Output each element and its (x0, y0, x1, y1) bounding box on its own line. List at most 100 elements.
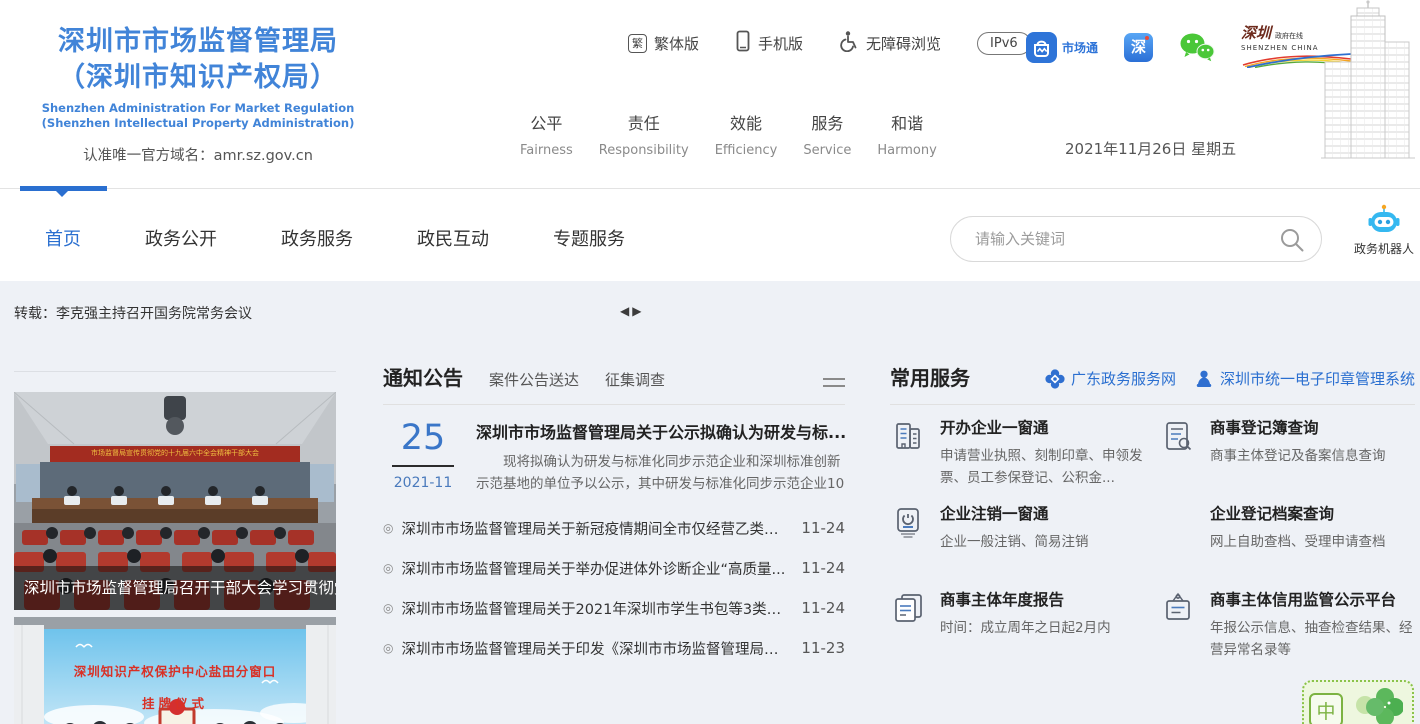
carousel-slide-2[interactable]: 深圳知识产权保护中心盐田分窗口 挂牌仪式 (14, 617, 336, 724)
news-ticker[interactable]: 转载：李克强主持召开国务院常务会议 (14, 303, 252, 323)
notice-row[interactable]: ◎ 深圳市市场监督管理局关于印发《深圳市市场监督管理局商... 11-23 (383, 628, 845, 668)
service-annual-report[interactable]: 商事主体年度报告 时间：成立周年之日起2月内 (890, 588, 1160, 674)
traditional-chinese-icon: 繁 (628, 34, 647, 53)
market-app-label: 市场通 (1062, 39, 1098, 56)
mobile-version-label: 手机版 (758, 33, 803, 54)
service-deregistration[interactable]: 企业注销一窗通 企业一般注销、简易注销 (890, 502, 1160, 588)
site-title-line1: 深圳市市场监督管理局 (28, 24, 368, 60)
nav-item-special-services[interactable]: 专题服务 (553, 225, 625, 251)
notice-row[interactable]: ◎ 深圳市市场监督管理局关于举办促进体外诊断企业“高质量... 11-24 (383, 548, 845, 588)
site-header: 深圳市市场监督管理局 （深圳市知识产权局） Shenzhen Administr… (0, 0, 1420, 188)
site-logo[interactable]: 深圳市市场监督管理局 （深圳市知识产权局） Shenzhen Administr… (28, 24, 368, 165)
value-responsibility: 责任 Responsibility (599, 110, 689, 158)
notice-row[interactable]: ◎ 深圳市市场监督管理局关于2021年深圳市学生书包等3类产... 11-24 (383, 588, 845, 628)
search-input[interactable] (975, 217, 1275, 261)
i-shenzhen-dot (1145, 36, 1149, 40)
services-grid: 开办企业一窗通 申请营业执照、刻制印章、申领发票、员工参保登记、公积金... 商… (890, 416, 1415, 674)
service-open-business[interactable]: 开办企业一窗通 申请营业执照、刻制印章、申领发票、员工参保登记、公积金... (890, 416, 1160, 502)
site-subtitle-line2: (Shenzhen Intellectual Property Administ… (28, 116, 368, 131)
clover-leaves-icon (1351, 687, 1403, 724)
plaque-banner-line2: 挂牌仪式 (44, 693, 306, 712)
main-navbar: 首页 政务公开 政务服务 政民互动 专题服务 政务机器人 (0, 188, 1420, 281)
seal-icon (1194, 369, 1214, 389)
featured-summary: 现将拟确认为研发与标准化同步示范企业和深圳标准创新示范基地的单位予以公示，其中研… (476, 452, 845, 496)
bullet-icon: ◎ (383, 521, 393, 535)
shenzhen-china-cn: 深圳 (1241, 22, 1271, 43)
notices-more-icon[interactable] (823, 373, 845, 391)
utility-bar: 繁 繁体版 手机版 无障碍浏览 IPv6 (628, 30, 1031, 56)
featured-month: 2021-11 (383, 475, 463, 491)
core-values: 公平 Fairness 责任 Responsibility 效能 Efficie… (520, 110, 937, 158)
header-app-icons: 市场通 深 深圳 政府在线 SHENZHEN CHINA (1026, 22, 1353, 72)
wechat-icon[interactable] (1179, 32, 1215, 62)
nav-item-home[interactable]: 首页 (45, 225, 81, 251)
notices-header: 通知公告 案件公告送达 征集调查 (383, 362, 845, 405)
current-date: 2021年11月26日 星期五 (1065, 138, 1236, 159)
robot-icon (1365, 204, 1403, 234)
market-app-icon (1026, 32, 1057, 63)
value-harmony: 和谐 Harmony (877, 110, 936, 158)
ipv6-badge[interactable]: IPv6 (977, 32, 1031, 55)
building-sketch (1313, 0, 1418, 162)
featured-notice[interactable]: 25 2021-11 深圳市市场监督管理局关于公示拟确认为研发与标... 现将拟… (383, 419, 845, 496)
site-subtitle-line1: Shenzhen Administration For Market Regul… (28, 101, 368, 116)
notices-title: 通知公告 (383, 362, 463, 391)
service-archive-search[interactable]: 企业登记档案查询 网上自助查档、受理申请查档 (1160, 502, 1415, 588)
bullet-icon: ◎ (383, 561, 393, 575)
featured-date: 25 2021-11 (383, 419, 463, 496)
carousel-slide-1[interactable]: 市场监督局宣传贯彻党的十九届六中全会精神干部大会 深圳市市场监督管理局召开干部大… (14, 392, 336, 610)
ticker-prev-icon[interactable]: ◀ (620, 304, 632, 318)
link-electronic-seal-system[interactable]: 深圳市统一电子印章管理系统 (1194, 368, 1415, 389)
accessibility-label: 无障碍浏览 (866, 33, 941, 54)
floating-widget[interactable]: 中 (1302, 680, 1414, 724)
site-title-line2: （深圳市知识产权局） (28, 60, 368, 96)
featured-title[interactable]: 深圳市市场监督管理局关于公示拟确认为研发与标... (476, 419, 845, 443)
active-tab-indicator (20, 186, 107, 191)
wheelchair-icon (839, 30, 859, 56)
ticker-next-icon[interactable]: ▶ (632, 304, 644, 318)
nav-list: 首页 政务公开 政务服务 政民互动 专题服务 (45, 225, 625, 251)
building-icon (890, 416, 940, 502)
notice-list: ◎ 深圳市市场监督管理局关于新冠疫情期间全市仅经营乙类非... 11-24 ◎ … (383, 508, 845, 668)
notice-row[interactable]: ◎ 深圳市市场监督管理局关于新冠疫情期间全市仅经营乙类非... 11-24 (383, 508, 845, 548)
gov-robot-button[interactable]: 政务机器人 (1352, 204, 1416, 257)
carousel-caption: 深圳市市场监督管理局召开干部大会学习贯彻党的十... (14, 566, 336, 610)
tab-case-announcements[interactable]: 案件公告送达 (489, 369, 579, 390)
services-section: 常用服务 广东政务服务网 深圳市统一电子印章管理系统 (890, 362, 1415, 674)
widget-zhong-glyph: 中 (1309, 693, 1343, 724)
nav-item-gov-services[interactable]: 政务服务 (281, 225, 353, 251)
news-carousel: 市场监督局宣传贯彻党的十九届六中全会精神干部大会 深圳市市场监督管理局召开干部大… (14, 371, 336, 724)
traditional-chinese-label: 繁体版 (654, 33, 699, 54)
nav-item-gov-disclosure[interactable]: 政务公开 (145, 225, 217, 251)
value-fairness: 公平 Fairness (520, 110, 573, 158)
value-efficiency: 效能 Efficiency (715, 110, 778, 158)
search-icon[interactable] (1279, 227, 1305, 253)
value-service: 服务 Service (803, 110, 851, 158)
no-icon (1160, 502, 1210, 588)
featured-day: 25 (383, 419, 463, 458)
bullet-icon: ◎ (383, 601, 393, 615)
nav-item-interaction[interactable]: 政民互动 (417, 225, 489, 251)
power-icon (890, 502, 940, 588)
notices-section: 通知公告 案件公告送达 征集调查 25 2021-11 深圳市市场监督管理局关于… (383, 362, 845, 668)
service-credit-platform[interactable]: 商事主体信用监管公示平台 年报公示信息、抽查检查结果、经营异常名录等 (1160, 588, 1415, 674)
market-app-link[interactable]: 市场通 (1026, 32, 1098, 63)
shenzhen-china-sub: 政府在线 (1275, 31, 1303, 43)
gov-robot-label: 政务机器人 (1352, 240, 1416, 257)
official-domain-note: 认准唯一官方域名：amr.sz.gov.cn (28, 144, 368, 165)
traditional-chinese-link[interactable]: 繁 繁体版 (628, 33, 699, 54)
pinwheel-icon (1045, 369, 1065, 389)
tab-surveys[interactable]: 征集调查 (605, 369, 665, 390)
i-shenzhen-app-icon[interactable]: 深 (1124, 33, 1153, 62)
bullet-icon: ◎ (383, 641, 393, 655)
services-header: 常用服务 广东政务服务网 深圳市统一电子印章管理系统 (890, 362, 1415, 405)
services-title: 常用服务 (890, 362, 970, 391)
report-icon (890, 588, 940, 674)
conference-banner-text: 市场监督局宣传贯彻党的十九届六中全会精神干部大会 (52, 448, 298, 458)
mobile-phone-icon (735, 30, 751, 56)
service-registry-search[interactable]: 商事登记簿查询 商事主体登记及备案信息查询 (1160, 416, 1415, 502)
link-guangdong-gov-portal[interactable]: 广东政务服务网 (1045, 368, 1176, 389)
mobile-version-link[interactable]: 手机版 (735, 30, 803, 56)
document-search-icon (1160, 416, 1210, 502)
accessibility-link[interactable]: 无障碍浏览 (839, 30, 941, 56)
